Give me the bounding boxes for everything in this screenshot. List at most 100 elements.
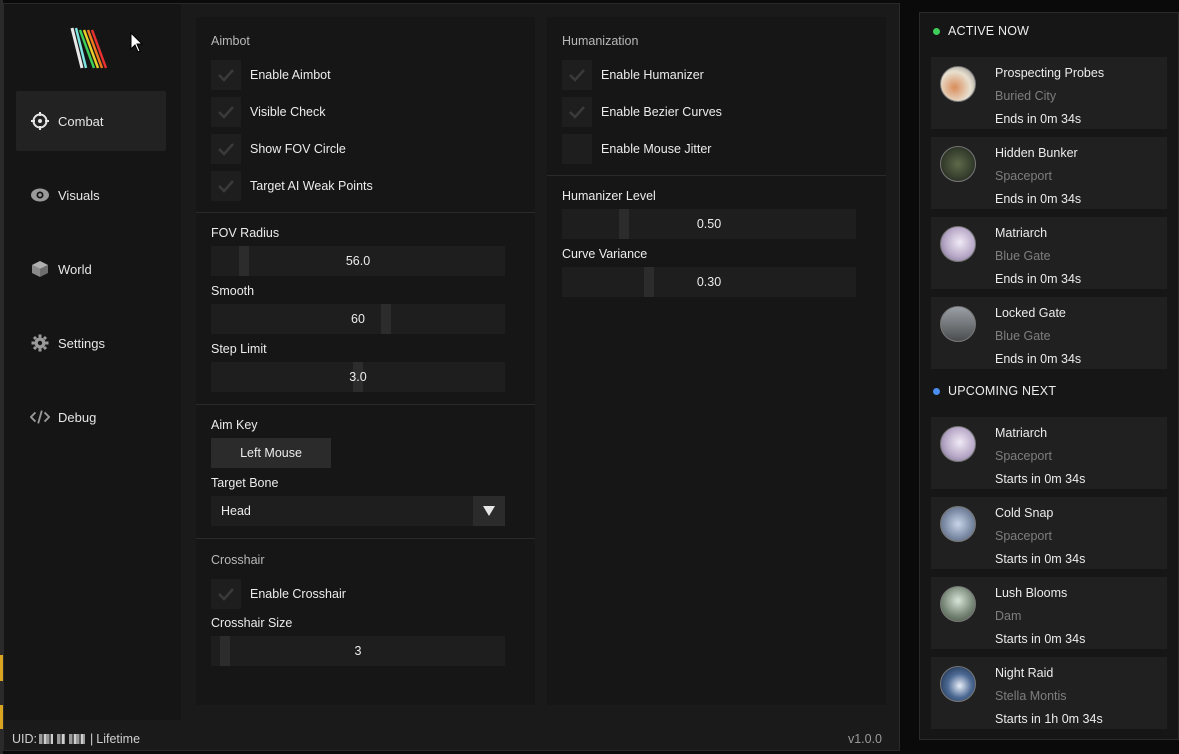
event-card[interactable]: Hidden Bunker Spaceport Ends in 0m 34s xyxy=(931,137,1167,209)
sidebar: Combat Visuals World Settings Debug xyxy=(4,4,181,720)
event-location: Stella Montis xyxy=(995,689,1067,703)
event-time: Starts in 0m 34s xyxy=(995,632,1086,646)
active-now-title: ACTIVE NOW xyxy=(948,24,1030,38)
license-text: Lifetime xyxy=(96,732,141,746)
slider-value: 0.50 xyxy=(696,217,722,231)
mouse-cursor-icon xyxy=(130,32,144,53)
checkbox[interactable] xyxy=(211,579,241,609)
redacted-uid xyxy=(39,734,53,744)
check-label: Enable Crosshair xyxy=(250,587,346,601)
event-title: Hidden Bunker xyxy=(995,146,1078,160)
event-card[interactable]: Night Raid Stella Montis Starts in 1h 0m… xyxy=(931,657,1167,729)
event-thumbnail-icon xyxy=(940,226,976,262)
aimbot-panel: Aimbot Enable Aimbot Visible Check Show … xyxy=(196,17,535,705)
crosshair-icon xyxy=(30,111,50,131)
check-icon xyxy=(218,143,234,156)
event-title: Prospecting Probes xyxy=(995,66,1105,80)
check-label: Target AI Weak Points xyxy=(250,179,373,193)
event-thumbnail-icon xyxy=(940,306,976,342)
crosshair-size-slider[interactable]: 3 xyxy=(211,636,505,666)
version-label: v1.0.0 xyxy=(847,732,882,746)
check-label: Enable Bezier Curves xyxy=(601,105,722,119)
checkbox[interactable] xyxy=(211,171,241,201)
check-icon xyxy=(569,106,585,119)
eye-icon xyxy=(30,185,50,205)
checkbox[interactable] xyxy=(211,134,241,164)
divider xyxy=(196,538,535,539)
sidebar-item-world[interactable]: World xyxy=(16,239,166,299)
upcoming-next-title: UPCOMING NEXT xyxy=(948,384,1057,398)
event-card[interactable]: Lush Blooms Dam Starts in 0m 34s xyxy=(931,577,1167,649)
check-label: Enable Mouse Jitter xyxy=(601,142,712,156)
checkbox[interactable] xyxy=(211,60,241,90)
check-icon xyxy=(218,69,234,82)
enable-aimbot-toggle[interactable]: Enable Aimbot xyxy=(211,60,331,90)
show-fov-circle-toggle[interactable]: Show FOV Circle xyxy=(211,134,346,164)
main-window: Combat Visuals World Settings Debug Aimb… xyxy=(3,3,900,751)
uid-label: UID: xyxy=(12,732,37,746)
section-title-crosshair: Crosshair xyxy=(211,553,265,567)
event-thumbnail-icon xyxy=(940,666,976,702)
target-bone-select[interactable]: Head xyxy=(211,496,505,526)
enable-crosshair-toggle[interactable]: Enable Crosshair xyxy=(211,579,346,609)
footer-uid: UID: | Lifetime xyxy=(12,732,140,746)
sidebar-item-label: Settings xyxy=(58,335,105,351)
visible-check-toggle[interactable]: Visible Check xyxy=(211,97,326,127)
fov-radius-slider[interactable]: 56.0 xyxy=(211,246,505,276)
gear-icon xyxy=(30,333,50,353)
event-title: Cold Snap xyxy=(995,506,1054,520)
event-card[interactable]: Matriarch Blue Gate Ends in 0m 34s xyxy=(931,217,1167,289)
event-location: Spaceport xyxy=(995,169,1052,183)
check-icon xyxy=(218,588,234,601)
section-title-aimbot: Aimbot xyxy=(211,34,250,48)
humanization-panel: Humanization Enable Humanizer Enable Bez… xyxy=(547,17,886,705)
sidebar-item-settings[interactable]: Settings xyxy=(16,313,166,373)
event-thumbnail-icon xyxy=(940,586,976,622)
event-card[interactable]: Cold Snap Spaceport Starts in 0m 34s xyxy=(931,497,1167,569)
checkbox[interactable] xyxy=(562,97,592,127)
sidebar-item-debug[interactable]: Debug xyxy=(16,387,166,447)
humanizer-level-label: Humanizer Level xyxy=(562,189,656,203)
target-ai-weak-points-toggle[interactable]: Target AI Weak Points xyxy=(211,171,373,201)
checkbox[interactable] xyxy=(562,134,592,164)
status-dot-icon xyxy=(933,27,940,35)
sidebar-item-combat[interactable]: Combat xyxy=(16,91,166,151)
enable-mouse-jitter-toggle[interactable]: Enable Mouse Jitter xyxy=(562,134,711,164)
checkbox[interactable] xyxy=(562,60,592,90)
upcoming-next-header: UPCOMING NEXT xyxy=(933,384,1056,398)
event-title: Night Raid xyxy=(995,666,1054,680)
dropdown-arrow-icon[interactable] xyxy=(473,496,505,526)
sidebar-item-label: World xyxy=(58,261,92,277)
select-value: Head xyxy=(221,504,251,518)
cube-icon xyxy=(30,259,50,279)
redacted-uid xyxy=(57,734,65,744)
event-time: Ends in 0m 34s xyxy=(995,192,1082,206)
sidebar-item-visuals[interactable]: Visuals xyxy=(16,165,166,225)
event-time: Ends in 0m 34s xyxy=(995,352,1082,366)
event-time: Starts in 1h 0m 34s xyxy=(995,712,1103,726)
enable-humanizer-toggle[interactable]: Enable Humanizer xyxy=(562,60,704,90)
event-card[interactable]: Locked Gate Blue Gate Ends in 0m 34s xyxy=(931,297,1167,369)
event-location: Blue Gate xyxy=(995,329,1051,343)
check-label: Show FOV Circle xyxy=(250,142,346,156)
step-limit-label: Step Limit xyxy=(211,342,267,356)
enable-bezier-curves-toggle[interactable]: Enable Bezier Curves xyxy=(562,97,722,127)
checkbox[interactable] xyxy=(211,97,241,127)
curve-variance-slider[interactable]: 0.30 xyxy=(562,267,856,297)
event-title: Matriarch xyxy=(995,426,1048,440)
slider-value: 0.30 xyxy=(696,275,722,289)
event-card[interactable]: Prospecting Probes Buried City Ends in 0… xyxy=(931,57,1167,129)
active-now-header: ACTIVE NOW xyxy=(933,24,1029,38)
step-limit-slider[interactable]: 3.0 xyxy=(211,362,505,392)
smooth-slider[interactable]: 60 xyxy=(211,304,505,334)
divider xyxy=(196,212,535,213)
event-title: Lush Blooms xyxy=(995,586,1068,600)
event-card[interactable]: Matriarch Spaceport Starts in 0m 34s xyxy=(931,417,1167,489)
event-location: Buried City xyxy=(995,89,1057,103)
humanizer-level-slider[interactable]: 0.50 xyxy=(562,209,856,239)
divider xyxy=(196,404,535,405)
slider-value: 3 xyxy=(354,644,362,658)
aim-key-button[interactable]: Left Mouse xyxy=(211,438,331,468)
event-time: Starts in 0m 34s xyxy=(995,472,1086,486)
event-thumbnail-icon xyxy=(940,146,976,182)
